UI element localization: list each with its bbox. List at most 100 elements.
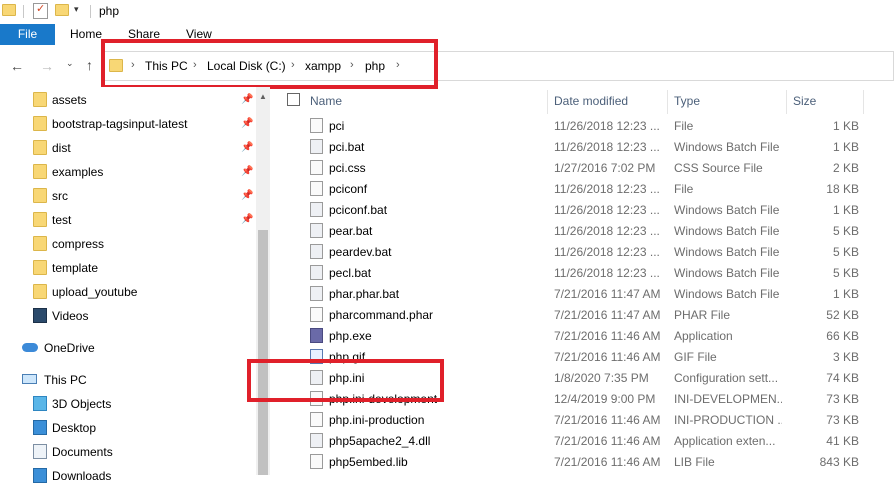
pin-icon[interactable]: 📌 [241, 94, 253, 105]
recent-locations-icon[interactable]: ⌄ [66, 58, 74, 69]
file-type: Windows Batch File [674, 245, 780, 259]
nav-label: Videos [52, 309, 89, 323]
divider[interactable] [667, 90, 668, 114]
file-size: 73 KB [826, 413, 859, 427]
customize-quick-access-icon[interactable]: ▾ [74, 4, 79, 15]
file-row[interactable]: pci.bat 11/26/2018 12:23 ... Windows Batch… [284, 136, 895, 157]
file-row[interactable]: pecl.bat 11/26/2018 12:23 ... Windows Batc… [284, 262, 895, 283]
file-row[interactable]: php5apache2_4.dll 7/21/2016 11:46 AM Appli… [284, 430, 895, 451]
divider[interactable] [786, 90, 787, 114]
nav-desktop[interactable]: Desktop [0, 416, 256, 440]
file-name: php.ini-production [329, 413, 425, 427]
download-icon [33, 468, 47, 483]
file-date: 11/26/2018 12:23 ... [554, 245, 660, 259]
file-size: 66 KB [826, 329, 859, 343]
nav-label: compress [52, 237, 105, 251]
file-type: Windows Batch File [674, 266, 780, 280]
tab-home[interactable]: Home [70, 24, 102, 45]
pin-icon[interactable]: 📌 [241, 166, 253, 177]
file-icon [310, 307, 323, 322]
file-name: pharcommand.phar [329, 308, 434, 322]
tab-file[interactable]: File [0, 24, 55, 45]
nav-item-quick-access[interactable]: src 📌 [0, 184, 256, 208]
file-row[interactable]: peardev.bat 11/26/2018 12:23 ... Windows B… [284, 241, 895, 262]
file-name: phar.phar.bat [329, 287, 400, 301]
file-row[interactable]: phar.phar.bat 7/21/2016 11:47 AM Windows B… [284, 283, 895, 304]
divider [90, 5, 91, 18]
nav-label: src [52, 189, 68, 203]
pin-icon[interactable]: 📌 [241, 214, 253, 225]
folder-icon [33, 140, 47, 155]
nav-item-quick-access[interactable]: template [0, 256, 256, 280]
nav-label: 3D Objects [52, 397, 112, 411]
column-header-date[interactable]: Date modified [554, 94, 628, 116]
file-date: 7/21/2016 11:47 AM [554, 287, 661, 301]
file-date: 11/26/2018 12:23 ... [554, 140, 660, 154]
back-icon[interactable]: ← [10, 58, 24, 74]
file-icon [310, 181, 323, 196]
file-icon [310, 202, 323, 217]
file-date: 11/26/2018 12:23 ... [554, 203, 660, 217]
file-type: CSS Source File [674, 161, 763, 175]
forward-icon[interactable]: → [40, 58, 54, 74]
up-icon[interactable]: ↑ [86, 57, 93, 73]
nav-onedrive[interactable]: OneDrive [0, 336, 256, 360]
nav-documents[interactable]: Documents [0, 440, 256, 464]
nav-item-quick-access[interactable]: compress [0, 232, 256, 256]
nav-item-quick-access[interactable]: test 📌 [0, 208, 256, 232]
nav-label: This PC [44, 373, 87, 387]
cube-icon [33, 396, 47, 411]
nav-item-quick-access[interactable]: bootstrap-tagsinput-latest 📌 [0, 112, 256, 136]
file-row[interactable]: pci.css 1/27/2016 7:02 PM CSS Source File 2… [284, 157, 895, 178]
file-row[interactable]: php.exe 7/21/2016 11:46 AM Application 66 K… [284, 325, 895, 346]
column-header-size[interactable]: Size [793, 94, 816, 116]
file-name: php5apache2_4.dll [329, 434, 431, 448]
new-folder-icon[interactable] [55, 4, 69, 16]
nav-downloads[interactable]: Downloads [0, 464, 256, 488]
file-icon [310, 223, 323, 238]
column-header-name[interactable]: Name [310, 94, 342, 116]
file-date: 7/21/2016 11:47 AM [554, 308, 661, 322]
navigation-pane: assets 📌 bootstrap-tagsinput-latest 📌 dist 📌 e… [0, 87, 256, 483]
file-row[interactable]: php5embed.lib 7/21/2016 11:46 AM LIB File 8… [284, 451, 895, 472]
nav-3d-objects[interactable]: 3D Objects [0, 392, 256, 416]
file-row[interactable]: pharcommand.phar 7/21/2016 11:47 AM PHAR F… [284, 304, 895, 325]
nav-label: dist [52, 141, 71, 155]
nav-this-pc[interactable]: This PC [0, 368, 256, 392]
file-date: 12/4/2019 9:00 PM [554, 392, 656, 406]
divider[interactable] [863, 90, 864, 114]
computer-icon [22, 374, 37, 384]
nav-label: test [52, 213, 72, 227]
file-icon [310, 265, 323, 280]
file-row[interactable]: pear.bat 11/26/2018 12:23 ... Windows Batc… [284, 220, 895, 241]
pin-icon[interactable]: 📌 [241, 118, 253, 129]
nav-scrollbar-thumb[interactable] [258, 230, 268, 475]
folder-icon [33, 260, 47, 275]
properties-icon[interactable]: ✓ [33, 3, 48, 19]
file-type: Application exten... [674, 434, 776, 448]
nav-label: examples [52, 165, 104, 179]
scroll-up-icon[interactable]: ▲ [259, 92, 267, 101]
nav-label: OneDrive [44, 341, 95, 355]
file-row[interactable]: pciconf 11/26/2018 12:23 ... File 18 KB [284, 178, 895, 199]
videos-icon [33, 308, 47, 323]
file-name: pci.css [329, 161, 366, 175]
file-date: 7/21/2016 11:46 AM [554, 434, 661, 448]
column-header-type[interactable]: Type [674, 94, 700, 116]
nav-item-quick-access[interactable]: examples 📌 [0, 160, 256, 184]
pin-icon[interactable]: 📌 [241, 190, 253, 201]
file-row[interactable]: php.ini-production 7/21/2016 11:46 AM INI-… [284, 409, 895, 430]
pin-icon[interactable]: 📌 [241, 142, 253, 153]
divider[interactable] [547, 90, 548, 114]
file-type: GIF File [674, 350, 717, 364]
file-row[interactable]: pciconf.bat 11/26/2018 12:23 ... Windows B… [284, 199, 895, 220]
nav-item-quick-access[interactable]: dist 📌 [0, 136, 256, 160]
file-size: 41 KB [826, 434, 859, 448]
nav-item-quick-access[interactable]: upload_youtube [0, 280, 256, 304]
file-row[interactable]: pci 11/26/2018 12:23 ... File 1 KB [284, 115, 895, 136]
nav-item-quick-access[interactable]: assets 📌 [0, 88, 256, 112]
nav-item-quick-access[interactable]: Videos [0, 304, 256, 328]
file-type: Application [674, 329, 733, 343]
select-all-checkbox[interactable] [287, 93, 300, 106]
file-name: pciconf.bat [329, 203, 388, 217]
